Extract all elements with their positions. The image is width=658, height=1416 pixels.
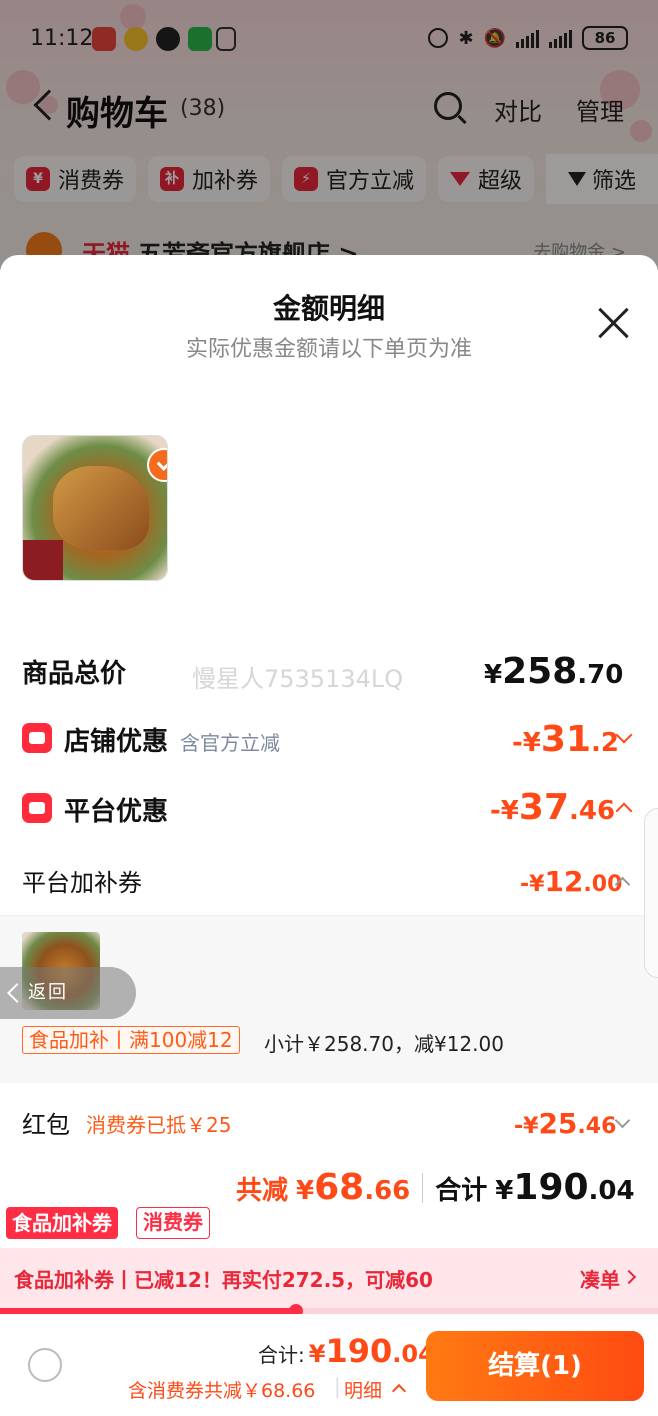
platform-coupon-label: 平台加补券 xyxy=(22,869,142,897)
total-summary: 共减 ¥ 68 .66 合计 ¥ 190 .04 xyxy=(236,1167,635,1208)
goods-total-value: ¥258.70 xyxy=(484,651,624,692)
product-thumbnail[interactable] xyxy=(22,435,168,581)
detail-toggle[interactable]: 明细 xyxy=(344,1376,382,1403)
red-packet-note: 消费券已抵￥25 xyxy=(86,1113,232,1137)
sheet-title: 金额明细 xyxy=(272,292,385,325)
consume-coupon-tag[interactable]: 消费券 xyxy=(136,1207,210,1239)
store-discount-label: 店铺优惠 xyxy=(64,727,169,757)
store-discount-icon xyxy=(22,723,52,753)
amount-detail-sheet: 金额明细 实际优惠金额请以下单页为准 慢星人7535134LQ 商品总价 ¥25… xyxy=(0,255,658,1416)
checkout-bar: 合计: ¥ 190 .04 含消费券共减￥68.66 | 明细 结算(1) xyxy=(0,1314,658,1416)
side-drawer-handle[interactable] xyxy=(644,808,658,978)
coupon-rule-tag: 食品加补丨满100减12 xyxy=(22,1026,240,1054)
dim-overlay[interactable] xyxy=(0,0,658,270)
coupon-subtotal: 小计￥258.70，减¥12.00 xyxy=(264,1032,504,1056)
food-subsidy-tag[interactable]: 食品加补券 xyxy=(6,1207,118,1239)
bottom-total: 合计: ¥ 190 .04 xyxy=(258,1332,435,1370)
bottom-discount-note: 含消费券共减￥68.66 xyxy=(128,1380,316,1402)
select-all-checkbox[interactable] xyxy=(28,1348,62,1382)
sheet-subtitle: 实际优惠金额请以下单页为准 xyxy=(185,337,472,362)
chevron-up-icon[interactable] xyxy=(391,1383,407,1399)
total-reduce-value: 68 xyxy=(314,1167,365,1208)
promo-bar: 食品加补券丨已减12！再实付272.5，可减60 凑单 xyxy=(0,1248,658,1308)
chevron-right-icon xyxy=(621,1269,637,1285)
add-items-link[interactable]: 凑单 xyxy=(580,1264,620,1293)
total-sum-value: 190 xyxy=(513,1167,589,1208)
goods-total-label: 商品总价 xyxy=(22,659,127,689)
platform-discount-label: 平台优惠 xyxy=(64,797,169,827)
total-reduce-label: 共减 xyxy=(236,1176,289,1206)
float-back-button[interactable]: 返回 xyxy=(0,967,136,1019)
bottom-total-value: 190 xyxy=(325,1332,393,1370)
total-sum-label: 合计 xyxy=(435,1176,488,1206)
platform-discount-icon xyxy=(22,793,52,823)
platform-discount-value[interactable]: -¥37.46 xyxy=(490,787,615,828)
product-checked-icon xyxy=(147,448,167,482)
cart-page-background: 11:12 ✱ 🔕 86 购物车 (38) 对比 管理 ¥ 消费券 补 加补券 xyxy=(0,0,658,270)
store-discount-value[interactable]: -¥31.2 xyxy=(512,719,619,760)
watermark: 慢星人7535134LQ xyxy=(192,665,404,693)
platform-coupon-value[interactable]: -¥12.00 xyxy=(520,865,622,898)
promo-text: 食品加补券丨已减12！再实付272.5，可减60 xyxy=(14,1268,433,1292)
store-discount-note: 含官方立减 xyxy=(180,731,280,755)
checkout-button[interactable]: 结算(1) xyxy=(426,1331,644,1401)
collapse-chevron-icon[interactable] xyxy=(615,802,633,820)
red-packet-label: 红包 xyxy=(22,1111,70,1139)
red-packet-value[interactable]: -¥25.46 xyxy=(514,1107,616,1140)
close-icon[interactable] xyxy=(598,307,630,339)
expand-chevron-icon[interactable] xyxy=(614,1112,631,1129)
